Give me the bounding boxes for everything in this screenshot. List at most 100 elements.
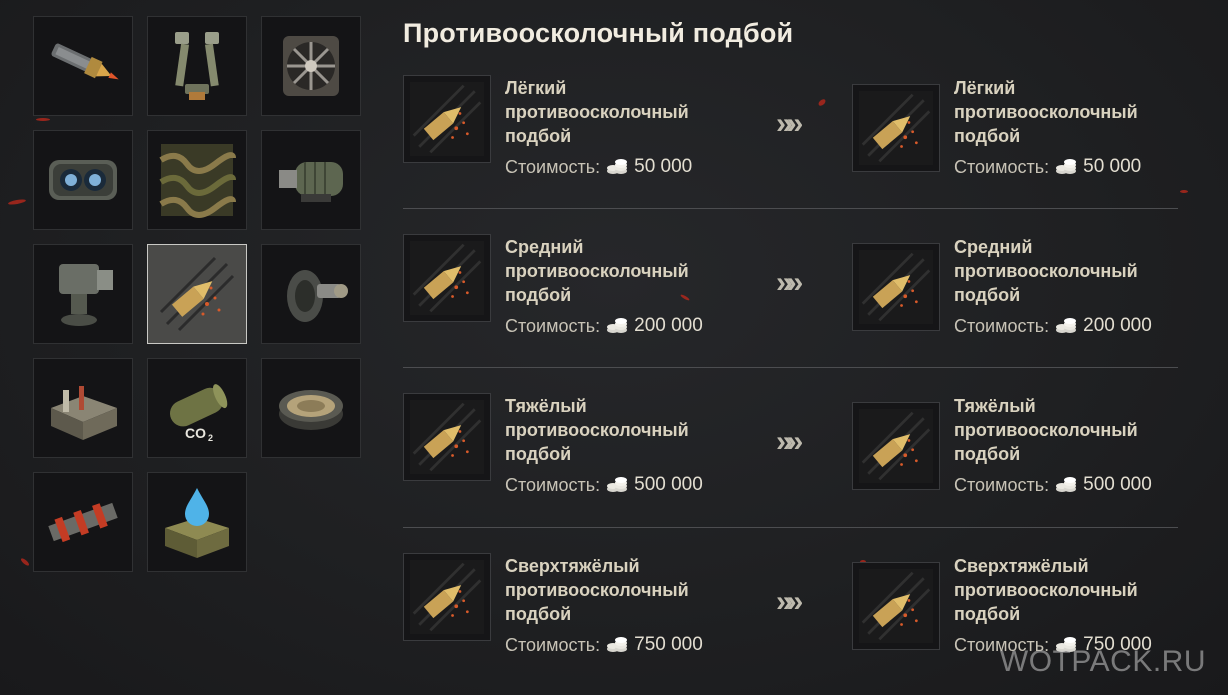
equipment-name-line: Сверхтяжёлый: [505, 556, 640, 576]
credits-icon: [607, 477, 628, 492]
cost-value: 200 000: [634, 315, 703, 336]
turbocharger-icon: [279, 162, 343, 202]
equipment-name-line: Тяжёлый: [505, 396, 587, 416]
credits-icon: [1056, 477, 1077, 492]
spall-liner-icon: [859, 569, 933, 643]
equipment-name-line: противоосколочный: [505, 420, 689, 440]
ember-decoration: [19, 557, 31, 567]
equipment-name-line: подбой: [505, 444, 572, 464]
spall-liner-icon: [859, 91, 933, 165]
cost-label: Стоимость:: [954, 315, 1050, 336]
equipment-name: Сверхтяжёлый противоосколочный подбой: [505, 554, 705, 626]
water-tank-cell[interactable]: [147, 472, 247, 572]
equipment-cost: Стоимость: 750 000: [505, 634, 703, 656]
spall-liner-icon: [159, 256, 235, 332]
spall-liner-thumbnail: [852, 402, 940, 490]
spall-liner-thumbnail: [852, 243, 940, 331]
stereo-periscope-cell[interactable]: [147, 16, 247, 116]
equipment-name-line: Сверхтяжёлый: [954, 556, 1089, 576]
optics-icon: [49, 160, 117, 200]
equipment-cost: Стоимость: 500 000: [954, 474, 1152, 496]
row-divider: [403, 527, 1178, 528]
spall-liner-thumbnail: [403, 393, 491, 481]
spall-liner-thumbnail: [852, 562, 940, 650]
cost-label: Стоимость:: [505, 634, 601, 655]
svg-text:CO: CO: [185, 425, 206, 441]
suspension-cell[interactable]: [261, 244, 361, 344]
equipment-name: Лёгкий противоосколочный подбой: [954, 76, 1154, 148]
equipment-name-line: противоосколочный: [954, 420, 1138, 440]
spall-liner-icon: [859, 250, 933, 324]
fire-extinguisher-icon: CO 2: [169, 384, 228, 443]
equipment-name-line: подбой: [954, 126, 1021, 146]
spall-liner-thumbnail: [403, 234, 491, 322]
rammer-cell[interactable]: [33, 16, 133, 116]
cost-value: 50 000: [1083, 156, 1142, 177]
credits-icon: [607, 159, 628, 174]
spall-liner-icon: [410, 241, 484, 315]
turbocharger-cell[interactable]: [261, 130, 361, 230]
equipment-name: Тяжёлый противоосколочный подбой: [505, 394, 705, 466]
equipment-name-line: подбой: [954, 604, 1021, 624]
equipment-name-line: Средний: [954, 237, 1033, 257]
spall-liner-icon: [410, 400, 484, 474]
cost-label: Стоимость:: [505, 156, 601, 177]
row-divider: [403, 367, 1178, 368]
credits-icon: [1056, 159, 1077, 174]
cost-value: 750 000: [634, 634, 703, 655]
equipment-name: Средний противоосколочный подбой: [954, 235, 1154, 307]
spall-liner-icon: [410, 82, 484, 156]
upgrade-arrow-icon: »»: [776, 107, 803, 140]
equipment-name-line: противоосколочный: [954, 580, 1138, 600]
equipment-cost: Стоимость: 200 000: [505, 315, 703, 337]
spall-liner-cell[interactable]: [147, 244, 247, 344]
cost-value: 200 000: [1083, 315, 1152, 336]
equipment-name-line: противоосколочный: [505, 261, 689, 281]
cost-label: Стоимость:: [505, 474, 601, 495]
equipment-cost: Стоимость: 200 000: [954, 315, 1152, 337]
rammer-icon: [51, 43, 119, 80]
wet-ammo-rack-cell[interactable]: [261, 358, 361, 458]
spall-liner-thumbnail: [403, 75, 491, 163]
equipment-name: Лёгкий противоосколочный подбой: [505, 76, 705, 148]
equipment-name-line: подбой: [954, 444, 1021, 464]
equipment-name: Тяжёлый противоосколочный подбой: [954, 394, 1154, 466]
credits-icon: [607, 637, 628, 652]
equipment-name-line: подбой: [954, 285, 1021, 305]
page-title: Противоосколочный подбой: [403, 18, 794, 48]
equipment-name-line: противоосколочный: [954, 102, 1138, 122]
spall-liner-thumbnail: [852, 84, 940, 172]
toolbox-icon: [51, 386, 117, 440]
ventilation-cell[interactable]: [261, 16, 361, 116]
cost-label: Стоимость:: [505, 315, 601, 336]
camouflage-net-icon: [159, 144, 236, 218]
fire-extinguisher-cell[interactable]: CO 2: [147, 358, 247, 458]
optics-cell[interactable]: [33, 130, 133, 230]
gun-laying-drive-cell[interactable]: [33, 244, 133, 344]
gun-laying-drive-icon: [59, 264, 113, 326]
ventilation-icon: [283, 36, 339, 96]
equipment-name: Средний противоосколочный подбой: [505, 235, 705, 307]
ember-decoration: [817, 98, 827, 107]
equipment-name-line: противоосколочный: [954, 261, 1138, 281]
svg-text:2: 2: [208, 433, 213, 443]
row-divider: [403, 208, 1178, 209]
upgrade-arrow-icon: »»: [776, 585, 803, 618]
watermark: WOTPACK.RU: [999, 645, 1206, 678]
stereo-periscope-icon: [175, 32, 219, 100]
water-tank-icon: [165, 488, 229, 558]
equipment-name-line: подбой: [505, 126, 572, 146]
track-grousers-cell[interactable]: [33, 472, 133, 572]
equipment-name-line: Лёгкий: [505, 78, 567, 98]
equipment-cost: Стоимость: 50 000: [505, 156, 692, 178]
credits-icon: [1056, 318, 1077, 333]
equipment-name-line: подбой: [505, 604, 572, 624]
cost-label: Стоимость:: [954, 474, 1050, 495]
ember-decoration: [7, 198, 27, 206]
spall-liner-thumbnail: [403, 553, 491, 641]
equipment-name-line: Лёгкий: [954, 78, 1016, 98]
spall-liner-icon: [859, 409, 933, 483]
toolbox-cell[interactable]: [33, 358, 133, 458]
suspension-icon: [287, 270, 348, 322]
camouflage-net-cell[interactable]: [147, 130, 247, 230]
